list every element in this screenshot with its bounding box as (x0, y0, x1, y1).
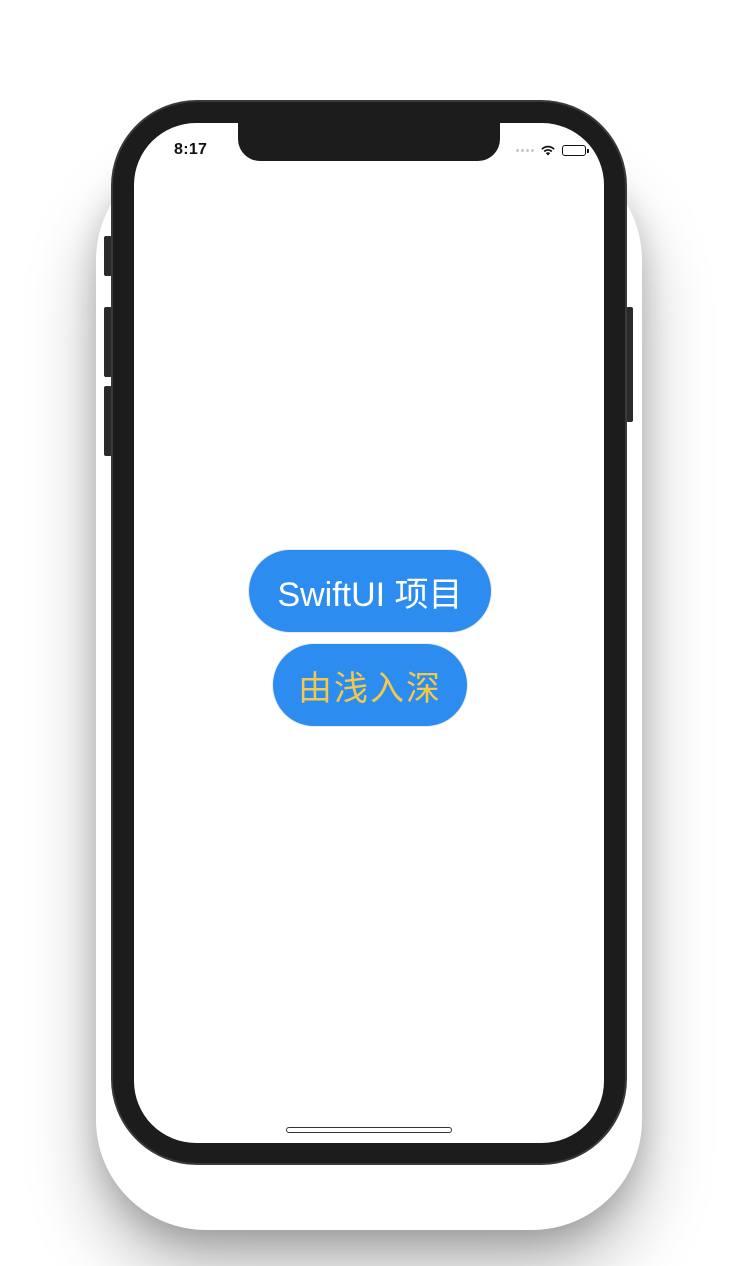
status-icons (516, 143, 589, 157)
signal-dots-icon (516, 148, 534, 152)
status-time: 8:17 (174, 141, 208, 158)
primary-text: SwiftUI 项目 (277, 575, 463, 614)
battery-icon (562, 144, 589, 156)
power-button (626, 307, 633, 422)
wifi-icon (540, 144, 556, 156)
home-indicator[interactable] (286, 1127, 452, 1133)
swiftui-project-label: SwiftUI 项目 (248, 549, 492, 633)
secondary-text: 由浅入深 (298, 669, 442, 708)
device-screen: 8:17 SwiftUI 项目 由浅入深 (134, 123, 604, 1143)
notch (238, 123, 500, 161)
stage: 8:17 SwiftUI 项目 由浅入深 (0, 0, 738, 1266)
shallow-to-deep-label: 由浅入深 (272, 643, 468, 727)
